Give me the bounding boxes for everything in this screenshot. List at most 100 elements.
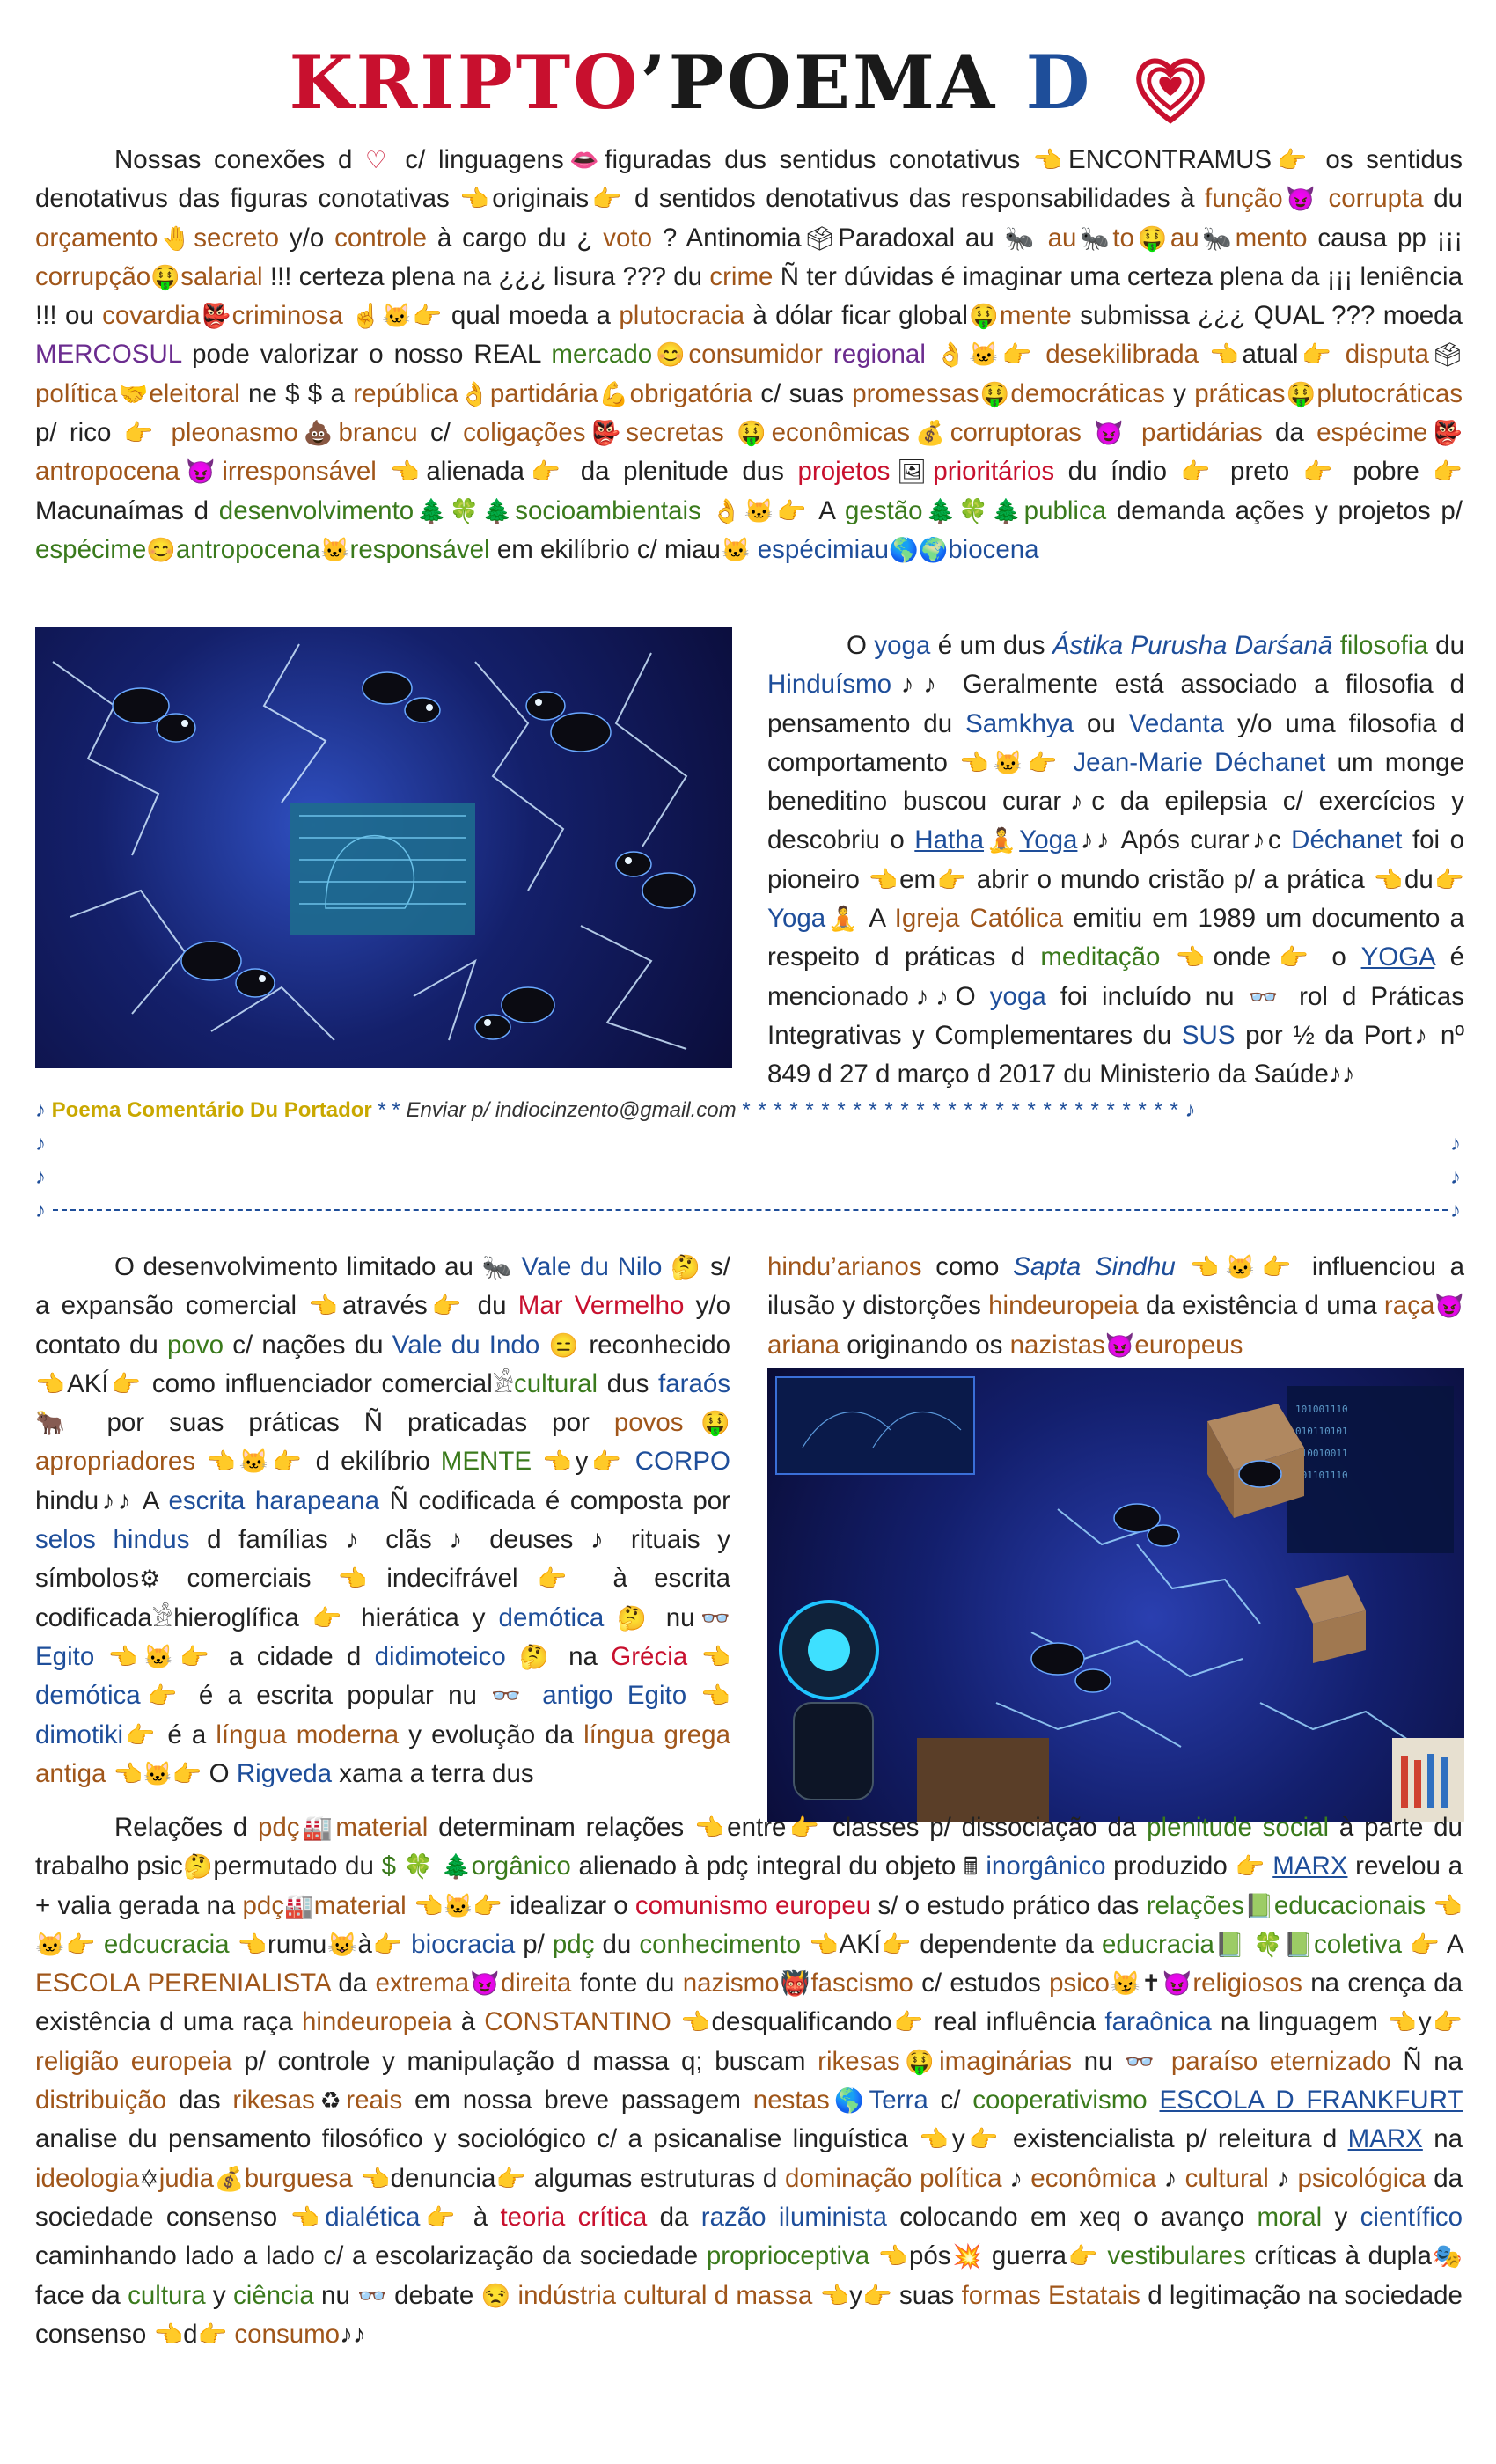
marx-link[interactable]: MARX — [1272, 1852, 1347, 1881]
paragraph-marx: Relações d pdç🏭material determinam relaç… — [35, 1813, 1463, 2349]
cross-icon: ✝ — [1140, 1970, 1162, 1998]
money-face-icon: 🤑 — [967, 303, 1000, 330]
point-right-icon: 👉 — [495, 2165, 527, 2192]
point-left-icon: 👈 — [153, 2321, 184, 2348]
face-icon: 😑 — [548, 1331, 581, 1359]
money-bag-icon: 💰 — [214, 2165, 245, 2192]
point-right-icon: 👉 — [1272, 147, 1313, 173]
point-left-icon: 👈 — [959, 749, 994, 776]
face-icon: 😈 — [469, 1970, 501, 1998]
meditation-icon: 🧘 — [825, 906, 861, 933]
mask-icon: 👺 — [200, 303, 232, 330]
face-icon: 😒 — [480, 2282, 511, 2309]
point-right-icon: 👉 — [1433, 458, 1463, 486]
ant-icon: 🐜 — [1199, 224, 1236, 252]
point-right-icon: 👉 — [123, 420, 159, 447]
point-left-icon: 👈 — [459, 186, 493, 213]
point-right-icon: 👉 — [588, 1448, 625, 1476]
cat-icon: 🐱 — [143, 1760, 172, 1787]
point-left-icon: 👈 — [1175, 944, 1214, 972]
point-left-icon: 👈 — [700, 1683, 731, 1710]
point-left-icon: 👈 — [413, 1892, 444, 1919]
poop-icon: 💩 — [297, 420, 339, 447]
yoga-link-2[interactable]: YOGA — [1361, 942, 1435, 972]
music-notes-icon: ♪♪ — [891, 670, 946, 700]
factory-icon: 🏭 — [284, 1892, 314, 1919]
mouth-icon: 👄 — [563, 147, 605, 173]
star-icon: ✡ — [139, 2165, 159, 2192]
paragraph-intro: Nossas conexões d ♡ c/ linguagens👄figura… — [35, 145, 1463, 564]
comment-box[interactable]: ♪ Poema Comentário Du Portador * * Envia… — [35, 1098, 1465, 1226]
picture-icon: 🖼 — [890, 458, 934, 486]
money-face-icon: 🤑 — [979, 380, 1011, 407]
meditation-icon: 🧘 — [984, 827, 1020, 854]
face-icon: 😊 — [146, 536, 176, 563]
money-face-icon: 🤑 — [736, 420, 772, 447]
symbols-icon: ⚙ — [139, 1566, 161, 1593]
cat-icon: 😺 — [326, 1931, 358, 1958]
ant-icon: 🐜 — [481, 1254, 513, 1280]
point-left-icon: 👈 — [1032, 147, 1069, 173]
book-icon: 📗 — [1214, 1931, 1246, 1958]
point-right-icon: 👉 — [197, 2321, 228, 2348]
marx-link-2[interactable]: MARX — [1348, 2124, 1423, 2153]
frankfurt-link[interactable]: ESCOLA D FRANKFURT — [1159, 2086, 1463, 2115]
glasses-icon: 👓 — [491, 1683, 528, 1710]
point-right-icon: 👉 — [1302, 458, 1339, 486]
point-left-icon: 👈 — [113, 1760, 143, 1787]
point-right-icon: 👉 — [123, 1721, 158, 1749]
point-left-icon: 👈 — [693, 1815, 728, 1841]
point-left-icon: 👈 — [1387, 2009, 1419, 2036]
point-right-icon: 👉 — [312, 1604, 348, 1632]
cat-icon: 🐱 — [143, 1643, 180, 1670]
hatha-link[interactable]: Hatha — [914, 825, 984, 854]
point-right-icon: 👉 — [891, 2009, 926, 2036]
point-right-icon: 👉 — [371, 1931, 404, 1958]
svg-text:101001110: 101001110 — [1295, 1404, 1348, 1415]
point-right-icon: 👉 — [786, 1815, 823, 1841]
point-right-icon: 👉 — [272, 1448, 305, 1476]
point-left-icon: 👈 — [700, 1643, 731, 1670]
muscle-icon: 💪 — [598, 380, 630, 407]
point-left-icon: 👈 — [868, 866, 900, 893]
devil-icon: 😈 — [1161, 1970, 1193, 1998]
calculator-icon: 🖩 — [963, 1853, 979, 1881]
tree-icon: 🌲 — [922, 497, 959, 524]
clover-icon: 🍀 — [403, 1853, 434, 1881]
hand-icon: 🤚 — [158, 224, 194, 252]
point-left-icon: 👈 — [337, 1566, 387, 1593]
point-right-icon: 👉 — [776, 497, 810, 524]
point-left-icon: 👈 — [809, 1931, 840, 1958]
yoga-link[interactable]: Yoga — [1019, 825, 1077, 854]
book-icon: 📗 — [1283, 1931, 1315, 1958]
thinking-icon: 🤔 — [617, 1604, 653, 1632]
hand-icon: 👌 — [458, 380, 490, 407]
recycle-icon: ♻ — [314, 2087, 347, 2115]
point-left-icon: 👈 — [919, 2126, 952, 2153]
cat-icon: 🐱 — [35, 1931, 66, 1958]
hand-icon: 👌 — [711, 497, 744, 524]
paragraph-nile: O desenvolvimento limitado au 🐜 Vale du … — [35, 1252, 731, 1788]
point-right-icon: 👉 — [427, 1293, 466, 1320]
point-right-icon: 👉 — [1235, 1853, 1265, 1881]
point-left-icon: 👈 — [1433, 1892, 1463, 1919]
point-right-icon: 👉 — [881, 1931, 913, 1958]
cat-icon: 🐱 — [443, 1892, 473, 1919]
point-right-icon: 👉 — [140, 1683, 185, 1710]
theater-masks-icon: 🎭 — [1431, 2243, 1463, 2270]
hand-icon: 👌 — [935, 341, 970, 369]
point-left-icon: 👈 — [206, 1448, 239, 1476]
money-face-icon: 🤑 — [1133, 224, 1170, 252]
cat-icon: 🐱 — [381, 303, 413, 330]
point-right-icon: 👉 — [1027, 749, 1062, 776]
tree-icon: 🌲 — [482, 497, 516, 524]
point-right-icon: 👉 — [1410, 1931, 1441, 1958]
point-right-icon: 👉 — [589, 186, 625, 213]
smile-icon: 😊 — [652, 341, 689, 369]
point-right-icon: 👉 — [1261, 1254, 1299, 1280]
email-link[interactable]: indiocinzento@gmail.com — [495, 1098, 737, 1122]
thinking-icon: 🤔 — [671, 1254, 702, 1280]
clover-icon: 🍀 — [958, 497, 992, 524]
comment-input-area[interactable] — [53, 1125, 1448, 1211]
music-notes-icon: ♪♪ — [1077, 825, 1112, 855]
